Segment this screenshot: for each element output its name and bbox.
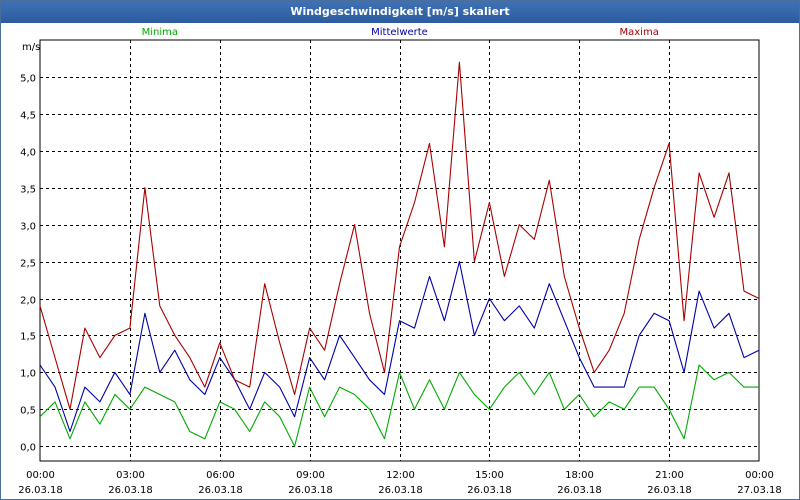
x-tick-date: 26.03.18 [288, 485, 333, 496]
y-tick-label: 3,0 [20, 222, 36, 233]
x-tick-date: 26.03.18 [467, 485, 512, 496]
y-axis-label: m/s [22, 42, 40, 53]
legend-item-minima: Minima [142, 27, 178, 38]
y-tick-label: 2,0 [20, 296, 36, 307]
x-tick-date: 26.03.18 [557, 485, 602, 496]
legend-item-mittelwerte: Mittelwerte [371, 27, 428, 38]
x-tick-date: 26.03.18 [378, 485, 423, 496]
series-line-mittelwerte [39, 261, 760, 433]
y-tick-label: 1,5 [20, 332, 36, 343]
y-tick-label: 0,5 [20, 406, 36, 417]
legend-item-maxima: Maxima [620, 27, 659, 38]
series-lines [39, 61, 760, 447]
y-tick-label: 4,5 [20, 111, 36, 122]
y-axis: 0,0 0,5 1,0 1,5 2,0 2,5 3,0 3,5 4,0 4,5 5,0 [20, 74, 36, 454]
x-tick-time: 00:00 [26, 470, 55, 481]
x-axis: 00:00 26.03.18 03:00 26.03.18 06:00 26.03.18 0… [18, 470, 782, 496]
y-tick-label: 3,5 [20, 185, 36, 196]
series-line-maxima [39, 61, 760, 410]
x-tick-date: 26.03.18 [18, 485, 63, 496]
y-tick-label: 5,0 [20, 74, 36, 85]
x-tick-time: 03:00 [116, 470, 145, 481]
series-line-minima [39, 364, 759, 447]
x-tick-time: 06:00 [206, 470, 235, 481]
x-tick-time: 18:00 [565, 470, 594, 481]
x-tick-date: 26.03.18 [108, 485, 153, 496]
x-tick-date: 26.03.18 [647, 485, 692, 496]
x-tick-time: 21:00 [655, 470, 684, 481]
x-tick-date: 26.03.18 [198, 485, 243, 496]
y-tick-label: 1,0 [20, 369, 36, 380]
x-tick-time: 15:00 [475, 470, 504, 481]
y-tick-label: 0,0 [20, 443, 36, 454]
x-tick-time: 12:00 [386, 470, 415, 481]
x-tick-time: 09:00 [296, 470, 325, 481]
y-tick-label: 2,5 [20, 259, 36, 270]
legend: Minima Mittelwerte Maxima [142, 27, 659, 38]
x-tick-date: 27.03.18 [737, 485, 782, 496]
chart-area: 0,0 0,5 1,0 1,5 2,0 2,5 3,0 3,5 4,0 4,5 5,0 00:00 2… [18, 27, 782, 496]
y-tick-label: 4,0 [20, 148, 36, 159]
x-tick-time: 00:00 [745, 470, 774, 481]
